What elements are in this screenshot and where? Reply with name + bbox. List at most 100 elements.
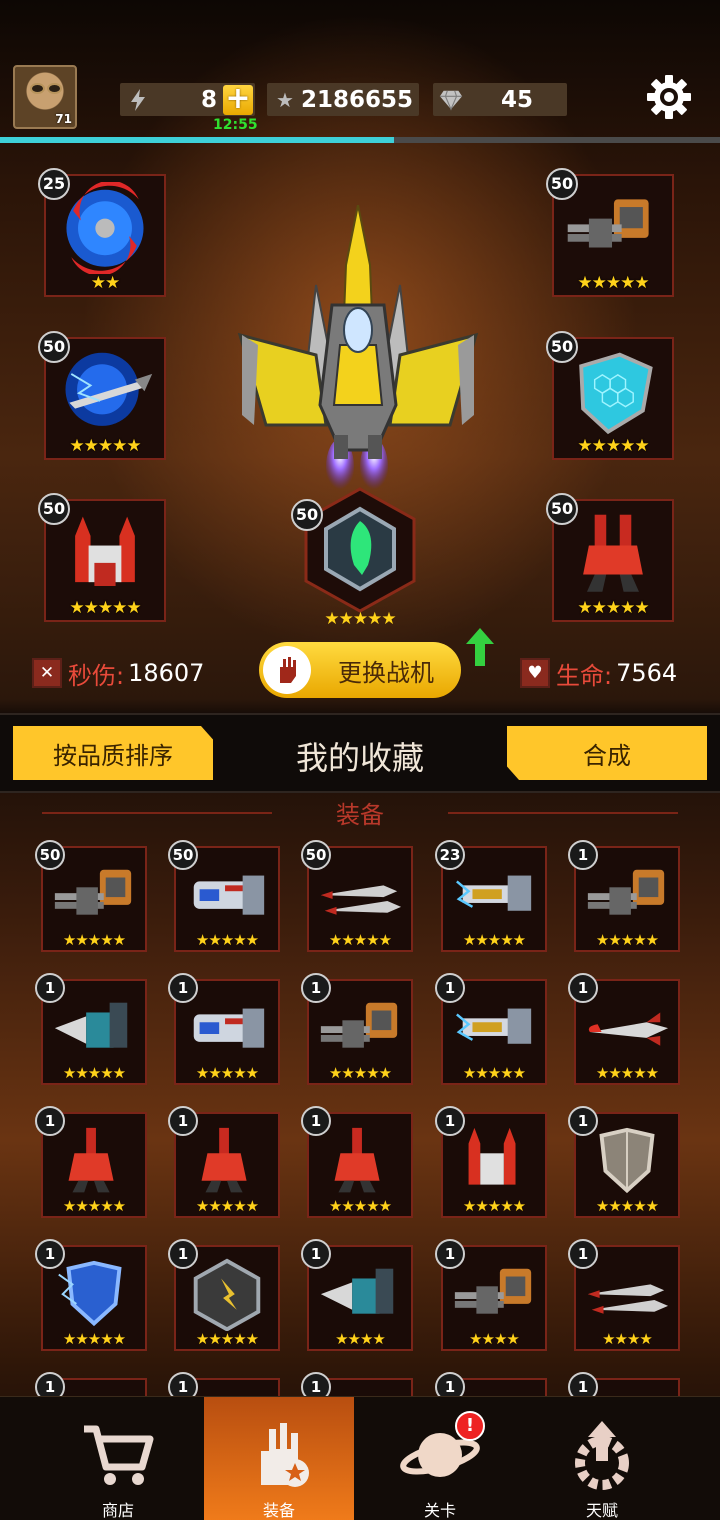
item-count-badge: 1 [301, 1106, 331, 1136]
equipment-item[interactable]: 23 ★★★★★ [435, 840, 547, 952]
equipment-item[interactable]: 1 ★★★★★ [568, 840, 680, 952]
item-count-badge: 1 [435, 973, 465, 1003]
talent-icon [575, 1421, 629, 1490]
item-stars: ★★★★★ [462, 1197, 526, 1215]
item-stars: ★★★★★ [595, 931, 659, 949]
equipment-grid: 50 ★★★★★ 50 ★★★★★ 50 ★★★★★ 23 ★★★★★ 1 ★★★★★ 1 ★★★★★… [0, 0, 720, 1396]
item-stars: ★★★★★ [195, 1197, 259, 1215]
item-count-badge: 25 [38, 168, 70, 200]
item-count-badge: 50 [546, 493, 578, 525]
item-count-badge: 1 [35, 1239, 65, 1269]
item-count-badge: 1 [435, 1372, 465, 1396]
item-count-badge: 50 [546, 331, 578, 363]
equipment-item[interactable]: 50 ★★★★★ [301, 840, 413, 952]
cart-icon [84, 1425, 154, 1485]
shield-icon [599, 1127, 655, 1194]
item-stars: ★★★★★ [328, 1197, 392, 1215]
missile-icon [588, 1012, 669, 1046]
item-count-badge: 50 [38, 331, 70, 363]
item-count-badge: 1 [568, 1239, 598, 1269]
equipment-item[interactable]: 1 ★★★★★ [568, 973, 680, 1085]
equipment-item[interactable]: 1 ★★★★★ [168, 1239, 280, 1351]
item-count-badge: 50 [301, 840, 331, 870]
item-stars: ★★★★ [602, 1330, 653, 1348]
item-stars: ★★★★★ [595, 1064, 659, 1082]
equipment-item[interactable]: 1 [168, 1372, 280, 1396]
item-stars: ★★★★★ [195, 931, 259, 949]
item-count-badge: 1 [35, 1106, 65, 1136]
equipment-item[interactable]: 50 ★★★★★ [168, 840, 280, 952]
tesla-gun-icon [456, 1008, 532, 1044]
item-stars: ★★★★ [335, 1330, 386, 1348]
item-count-badge: 50 [546, 168, 578, 200]
alert-badge: ! [455, 1411, 485, 1441]
equipment-item[interactable]: 1 [301, 1372, 413, 1396]
item-stars: ★★★★ [469, 1330, 520, 1348]
gold-hex-chip-icon [193, 1258, 261, 1332]
equipment-item[interactable]: 1 ★★★★★ [435, 1106, 547, 1218]
twin-missile-icon [587, 1284, 669, 1314]
equipment-item[interactable]: 1 [568, 1372, 680, 1396]
item-count-badge: 1 [435, 1239, 465, 1269]
nav-shop[interactable]: 商店 [43, 1397, 193, 1520]
item-count-badge: 1 [168, 1372, 198, 1396]
item-stars: ★★★★★ [62, 931, 126, 949]
item-count-badge: 1 [35, 973, 65, 1003]
red-rocket-pod-icon [201, 1127, 247, 1193]
nav-levels[interactable]: ! 关卡 [365, 1397, 515, 1520]
item-stars: ★★★★★ [328, 1064, 392, 1082]
equipment-item[interactable]: 1 [435, 1372, 547, 1396]
nav-talent[interactable]: 天赋 [527, 1397, 677, 1520]
red-rocket-pod-icon [334, 1127, 380, 1193]
equipment-item[interactable]: 1 ★★★★★ [435, 973, 547, 1085]
gatling-gun-icon [587, 869, 665, 915]
bottom-nav: 商店 装备 ! 关卡 天赋 [0, 1396, 720, 1520]
drill-cannon-icon [320, 1268, 394, 1314]
item-stars: ★★★★★ [462, 1064, 526, 1082]
equipment-item[interactable]: 1 ★★★★★ [301, 1106, 413, 1218]
equipment-item[interactable]: 1 ★★★★★ [168, 973, 280, 1085]
equipment-icon [261, 1423, 309, 1487]
item-count-badge: 1 [568, 840, 598, 870]
item-count-badge: 1 [301, 1239, 331, 1269]
nav-label: 装备 [262, 1501, 295, 1520]
item-count-badge: 1 [35, 1372, 65, 1396]
item-count-badge: 50 [38, 493, 70, 525]
twin-rocket-pod-icon [468, 1127, 516, 1185]
equipment-item[interactable]: 1 [35, 1372, 147, 1396]
nav-label: 天赋 [585, 1501, 618, 1520]
item-count-badge: 50 [35, 840, 65, 870]
twin-missile-icon [320, 885, 402, 915]
drill-cannon-icon [54, 1002, 128, 1048]
equipment-item[interactable]: 1 ★★★★★ [168, 1106, 280, 1218]
plasma-cannon-icon [193, 875, 265, 915]
nav-equipment[interactable]: 装备 [204, 1397, 354, 1520]
equipment-item[interactable]: 1 ★★★★ [301, 1239, 413, 1351]
equipment-item[interactable]: 1 ★★★★ [568, 1239, 680, 1351]
equipment-item[interactable]: 1 ★★★★★ [301, 973, 413, 1085]
item-stars: ★★★★★ [195, 1330, 259, 1348]
item-count-badge: 1 [301, 973, 331, 1003]
item-count-badge: 1 [568, 1106, 598, 1136]
gatling-gun-icon [54, 869, 132, 915]
equipment-item[interactable]: 1 ★★★★★ [35, 1106, 147, 1218]
gatling-gun-icon [320, 1002, 398, 1048]
item-stars: ★★★★★ [62, 1064, 126, 1082]
item-count-badge: 50 [168, 840, 198, 870]
equipment-item[interactable]: 1 ★★★★★ [35, 973, 147, 1085]
item-stars: ★★★★★ [462, 931, 526, 949]
item-count-badge: 1 [168, 1106, 198, 1136]
item-stars: ★★★★★ [595, 1197, 659, 1215]
plasma-cannon-icon [193, 1008, 265, 1048]
equipment-item[interactable]: 1 ★★★★★ [568, 1106, 680, 1218]
item-stars: ★★★★★ [195, 1064, 259, 1082]
item-count-badge: 1 [168, 1239, 198, 1269]
equipment-item[interactable]: 1 ★★★★★ [35, 1239, 147, 1351]
item-stars: ★★★★★ [62, 1330, 126, 1348]
item-count-badge: 50 [291, 499, 323, 531]
item-count-badge: 1 [568, 973, 598, 1003]
item-count-badge: 1 [301, 1372, 331, 1396]
equipment-item[interactable]: 50 ★★★★★ [35, 840, 147, 952]
item-stars: ★★★★★ [62, 1197, 126, 1215]
equipment-item[interactable]: 1 ★★★★ [435, 1239, 547, 1351]
